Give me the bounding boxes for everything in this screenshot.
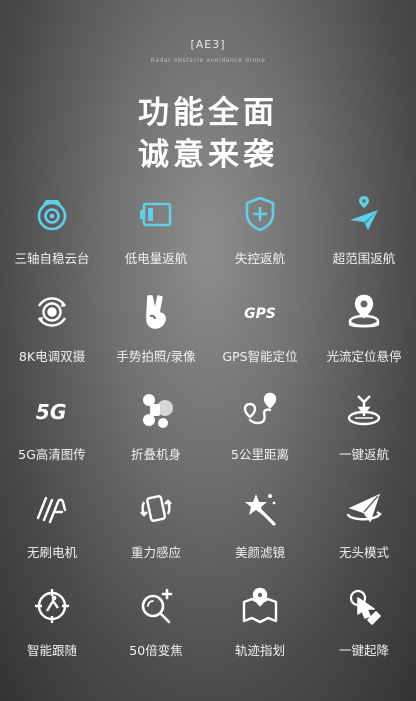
feature-item: 5G 5G高清图传 [0, 388, 104, 486]
svg-text:GPS: GPS [244, 306, 276, 322]
beauty-filter-icon [238, 486, 282, 530]
feature-label: 手势拍照/录像 [116, 349, 196, 364]
feature-label: 失控返航 [234, 251, 285, 266]
feature-item: 三轴自稳云台 [0, 192, 104, 290]
feature-label: 无头模式 [338, 545, 389, 560]
feature-label: 三轴自稳云台 [14, 251, 90, 266]
feature-item: 美颜滤镜 [208, 486, 312, 584]
feature-label: 轨迹指划 [234, 643, 285, 658]
page-title: 功能全面 诚意来袭 [0, 92, 416, 176]
feature-label: 5公里距离 [231, 447, 289, 462]
feature-item: 无刷电机 [0, 486, 104, 584]
route-distance-icon [238, 388, 282, 432]
header: [AE3] Radar obstacle avoidance drone [0, 38, 416, 64]
feature-label: 美颜滤镜 [234, 545, 285, 560]
feature-label: 无刷电机 [26, 545, 77, 560]
feature-item: 失控返航 [208, 192, 312, 290]
feature-item: 手势拍照/录像 [104, 290, 208, 388]
gesture-hand-icon [134, 290, 178, 334]
feature-item: 轨迹指划 [208, 584, 312, 682]
feature-item: 超范围返航 [312, 192, 416, 290]
feature-label: 8K电调双摄 [18, 349, 86, 364]
feature-item: 光流定位悬停 [312, 290, 416, 388]
paper-plane-location-icon [342, 192, 386, 236]
model-name: [AE3] [190, 38, 226, 51]
feature-label: 一键返航 [338, 447, 389, 462]
one-key-takeoff-icon [342, 584, 386, 628]
smart-follow-icon [30, 584, 74, 628]
feature-item: 智能跟随 [0, 584, 104, 682]
shield-plus-icon [238, 192, 282, 236]
feature-label: 重力感应 [130, 545, 181, 560]
brushless-motor-icon [30, 486, 74, 530]
svg-text:5G: 5G [36, 400, 67, 424]
feature-item: 5公里距离 [208, 388, 312, 486]
folding-drone-icon [134, 388, 178, 432]
feature-item: 8K电调双摄 [0, 290, 104, 388]
feature-grid: 三轴自稳云台 低电量返航 失控返航 超范围返航 8K电调双摄 手势拍照/录像 G… [0, 192, 416, 682]
low-battery-icon [134, 192, 178, 236]
feature-item: 低电量返航 [104, 192, 208, 290]
5g-icon: 5G [30, 388, 74, 432]
model-subtitle: Radar obstacle avoidance drone [150, 57, 266, 64]
feature-label: 光流定位悬停 [326, 349, 402, 364]
feature-label: 超范围返航 [332, 251, 396, 266]
feature-label: 一键起降 [338, 643, 389, 658]
title-line-2: 诚意来袭 [138, 137, 278, 173]
feature-item: 无头模式 [312, 486, 416, 584]
feature-item: 重力感应 [104, 486, 208, 584]
optical-flow-icon [342, 290, 386, 334]
feature-label: 50倍变焦 [129, 643, 183, 658]
trajectory-map-icon [238, 584, 282, 628]
feature-label: GPS智能定位 [222, 349, 298, 364]
feature-label: 低电量返航 [124, 251, 188, 266]
gimbal-camera-icon [30, 192, 74, 236]
feature-item: 一键起降 [312, 584, 416, 682]
feature-label: 5G高清图传 [18, 447, 86, 462]
zoom-icon [134, 584, 178, 628]
feature-label: 智能跟随 [26, 643, 77, 658]
title-line-1: 功能全面 [138, 95, 278, 131]
gps-icon: GPS [238, 290, 282, 334]
gravity-sensor-icon [134, 486, 178, 530]
feature-item: 50倍变焦 [104, 584, 208, 682]
one-key-return-icon [342, 388, 386, 432]
headless-mode-icon [342, 486, 386, 530]
dual-camera-icon [30, 290, 74, 334]
feature-item: 一键返航 [312, 388, 416, 486]
feature-item: 折叠机身 [104, 388, 208, 486]
feature-label: 折叠机身 [130, 447, 181, 462]
feature-item: GPS GPS智能定位 [208, 290, 312, 388]
